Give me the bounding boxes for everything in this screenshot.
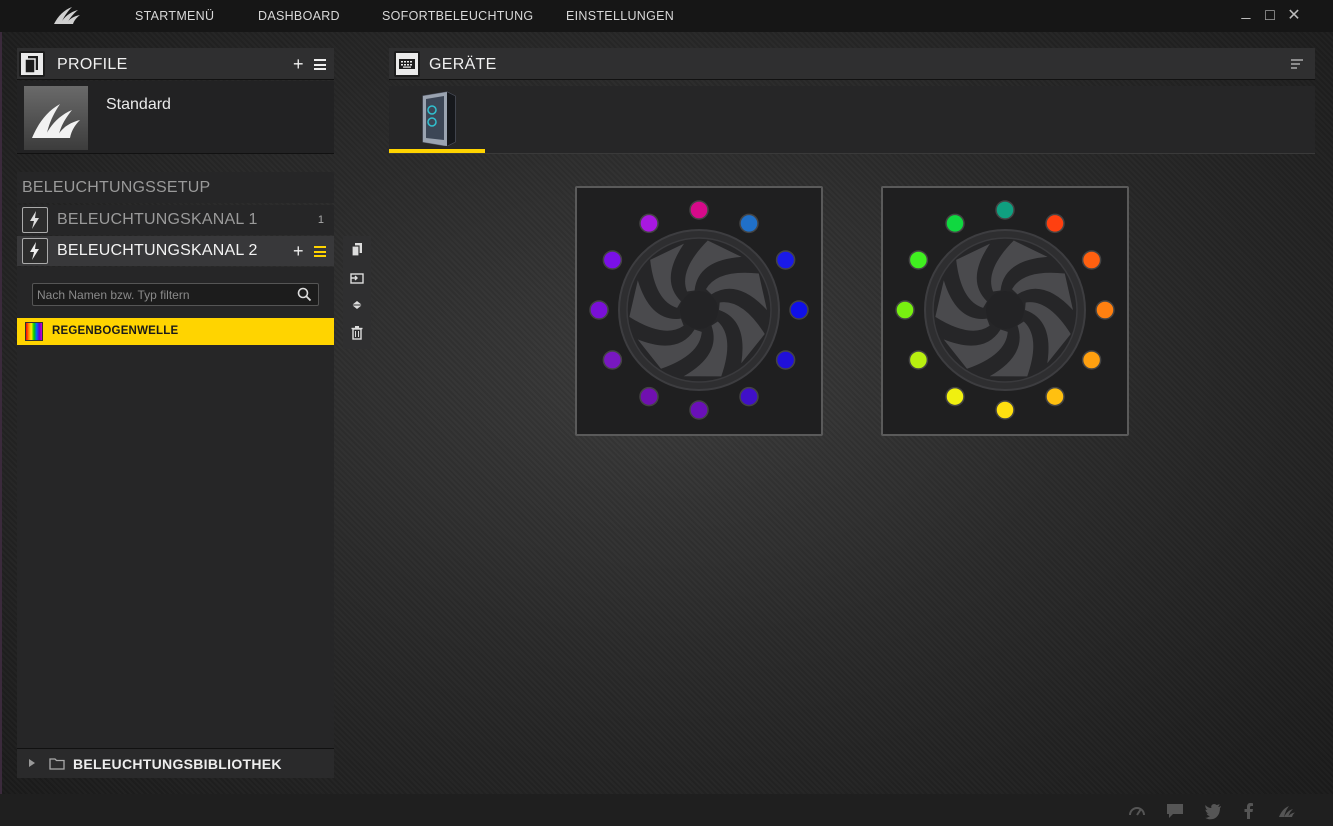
expand-arrow-icon[interactable] [29, 759, 35, 767]
fan-led[interactable] [945, 386, 965, 407]
twitter-icon[interactable] [1204, 802, 1222, 820]
title-bar: STARTMENÜ DASHBOARD SOFORTBELEUCHTUNG EI… [0, 0, 1333, 32]
fan-led[interactable] [775, 350, 796, 370]
filter-box[interactable] [32, 283, 319, 306]
fan-led[interactable] [639, 386, 659, 407]
fan-led[interactable] [739, 213, 759, 234]
fan-led[interactable] [1095, 300, 1115, 320]
lighting-channel-2[interactable]: BELEUCHTUNGSKANAL 2 + [17, 236, 334, 266]
profile-menu-icon[interactable] [314, 59, 326, 70]
devices-header: GERÄTE [389, 48, 1315, 80]
channel-2-label: BELEUCHTUNGSKANAL 2 [57, 242, 258, 259]
fan-led[interactable] [908, 250, 929, 270]
corsair-icon[interactable] [1278, 802, 1296, 820]
channel-menu-icon[interactable] [314, 246, 326, 257]
fan-led[interactable] [995, 200, 1015, 220]
fan-hub [986, 291, 1024, 329]
active-tab-indicator [389, 149, 485, 153]
import-icon[interactable] [349, 270, 365, 286]
search-icon[interactable] [297, 287, 312, 302]
add-effect-button[interactable]: + [293, 242, 304, 260]
lighting-setup-title: BELEUCHTUNGSSETUP [17, 172, 334, 203]
device-strip [389, 86, 1315, 154]
effect-item-rainbow-wave[interactable]: REGENBOGENWELLE [17, 318, 334, 345]
chat-icon[interactable] [1166, 802, 1184, 820]
delete-icon[interactable] [349, 325, 365, 341]
corsair-logo-icon [54, 7, 80, 24]
profile-name: Standard [106, 96, 171, 113]
lighting-channel-1[interactable]: BELEUCHTUNGSKANAL 1 1 [17, 205, 334, 235]
channel-1-label: BELEUCHTUNGSKANAL 1 [57, 211, 258, 228]
pc-case-icon [422, 91, 456, 146]
fan-led[interactable] [1045, 386, 1065, 407]
lightning-icon [22, 207, 48, 233]
fan-led[interactable] [1081, 250, 1102, 270]
rainbow-swatch-icon [25, 322, 43, 341]
minimize-button[interactable]: _ [1237, 2, 1255, 22]
devices-title: GERÄTE [429, 56, 497, 73]
nav-dashboard[interactable]: DASHBOARD [258, 9, 340, 23]
fan-card-1[interactable] [575, 186, 823, 436]
move-icon[interactable] [349, 297, 365, 313]
fan-led[interactable] [775, 250, 796, 270]
library-label: BELEUCHTUNGSBIBLIOTHEK [73, 756, 282, 772]
nav-instant-lighting[interactable]: SOFORTBELEUCHTUNG [382, 9, 533, 23]
fan-led[interactable] [639, 213, 659, 234]
fan-led[interactable] [1081, 350, 1102, 370]
fan-led[interactable] [895, 300, 915, 320]
fan-1-graphic [589, 200, 809, 420]
profile-doc-icon [19, 51, 45, 77]
fan-led[interactable] [1045, 213, 1065, 234]
effect-list-panel: REGENBOGENWELLE [17, 267, 334, 748]
fan-card-2[interactable] [881, 186, 1129, 436]
device-tab-pc-case[interactable] [389, 86, 485, 154]
fan-hub [680, 291, 718, 329]
profile-item[interactable]: Standard [17, 81, 334, 154]
channel-1-count: 1 [317, 214, 324, 226]
facebook-icon[interactable] [1240, 802, 1258, 820]
fan-led[interactable] [908, 350, 929, 370]
fan-led[interactable] [689, 200, 709, 220]
nav-startmenu[interactable]: STARTMENÜ [135, 9, 214, 23]
add-profile-button[interactable]: + [293, 55, 304, 73]
sort-menu-icon[interactable] [1291, 59, 1303, 69]
effect-toolbar [343, 236, 371, 349]
fan-led[interactable] [995, 400, 1015, 420]
fan-led[interactable] [589, 300, 609, 320]
fan-2-graphic [895, 200, 1115, 420]
folder-icon [49, 758, 65, 770]
profile-title: PROFILE [57, 56, 128, 73]
lightning-icon [22, 238, 48, 264]
maximize-button[interactable]: □ [1261, 6, 1279, 26]
speedometer-icon[interactable] [1128, 802, 1146, 820]
close-button[interactable]: ✕ [1285, 6, 1303, 26]
effect-label: REGENBOGENWELLE [52, 325, 179, 337]
keyboard-icon [394, 51, 420, 77]
footer-bar [0, 794, 1333, 826]
fan-led[interactable] [602, 350, 623, 370]
nav-settings[interactable]: EINSTELLUNGEN [566, 9, 674, 23]
filter-input[interactable] [37, 286, 287, 303]
fan-led[interactable] [945, 213, 965, 234]
window-edge [0, 32, 2, 794]
fan-led[interactable] [689, 400, 709, 420]
fan-led[interactable] [789, 300, 809, 320]
profile-header: PROFILE + [17, 48, 334, 80]
fan-led[interactable] [739, 386, 759, 407]
lighting-library[interactable]: BELEUCHTUNGSBIBLIOTHEK [17, 748, 334, 778]
fan-led[interactable] [602, 250, 623, 270]
profile-thumbnail [24, 86, 88, 150]
copy-icon[interactable] [349, 242, 365, 258]
